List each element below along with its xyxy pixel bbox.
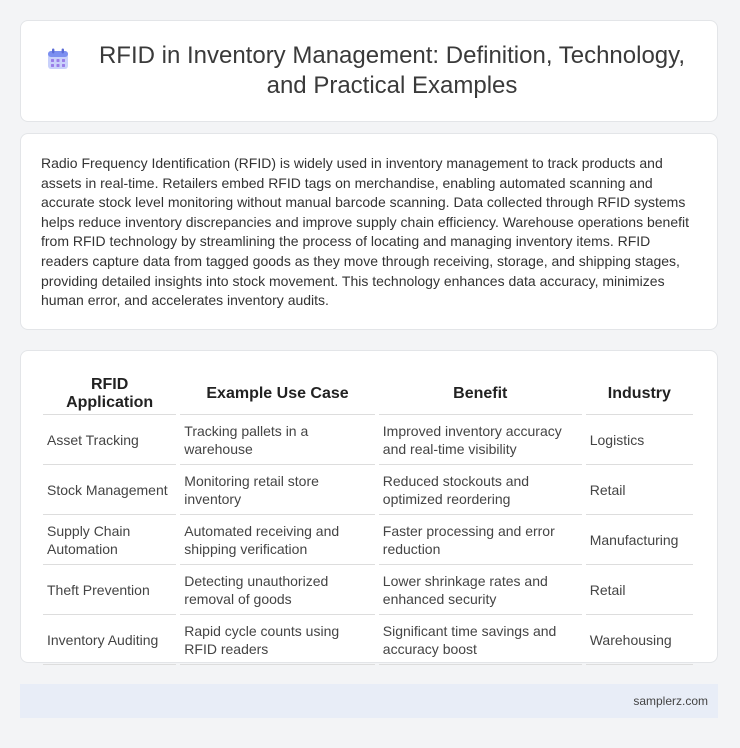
- use-case-cell: Rapid cycle counts using RFID readers: [180, 616, 375, 665]
- benefit-cell: Lower shrinkage rates and enhanced secur…: [378, 566, 582, 615]
- use-case-cell: Monitoring retail store inventory: [180, 466, 375, 515]
- benefit-cell: Faster processing and error reduction: [378, 516, 582, 565]
- table-row: Asset Tracking Tracking pallets in a war…: [43, 416, 693, 465]
- footer-bar: samplerz.com: [20, 684, 718, 718]
- column-header: Example Use Case: [180, 372, 375, 415]
- industry-cell: Warehousing: [585, 616, 693, 665]
- application-cell: Theft Prevention: [43, 566, 177, 615]
- use-case-cell: Detecting unauthorized removal of goods: [180, 566, 375, 615]
- table-card: RFID Application Example Use Case Benefi…: [20, 350, 718, 666]
- table-header-row: RFID Application Example Use Case Benefi…: [43, 372, 693, 415]
- intro-card: Radio Frequency Identification (RFID) is…: [20, 133, 718, 330]
- table-row: Inventory Auditing Rapid cycle counts us…: [43, 616, 693, 665]
- intro-paragraph: Radio Frequency Identification (RFID) is…: [41, 155, 689, 309]
- benefit-cell: Improved inventory accuracy and real-tim…: [378, 416, 582, 465]
- table-row: Stock Management Monitoring retail store…: [43, 466, 693, 515]
- use-case-cell: Automated receiving and shipping verific…: [180, 516, 375, 565]
- header-card: RFID in Inventory Management: Definition…: [20, 20, 718, 122]
- benefit-cell: Reduced stockouts and optimized reorderi…: [378, 466, 582, 515]
- column-header: Industry: [585, 372, 693, 415]
- application-cell: Asset Tracking: [43, 416, 177, 465]
- page-title: RFID in Inventory Management: Definition…: [98, 42, 686, 99]
- industry-cell: Manufacturing: [585, 516, 693, 565]
- rfid-applications-table: RFID Application Example Use Case Benefi…: [39, 371, 697, 666]
- table-row: Theft Prevention Detecting unauthorized …: [43, 566, 693, 615]
- calendar-icon: [48, 48, 68, 69]
- application-cell: Stock Management: [43, 466, 177, 515]
- column-header: RFID Application: [43, 372, 177, 415]
- application-cell: Supply Chain Automation: [43, 516, 177, 565]
- table-row: Supply Chain Automation Automated receiv…: [43, 516, 693, 565]
- application-cell: Inventory Auditing: [43, 616, 177, 665]
- column-header: Benefit: [378, 372, 582, 415]
- benefit-cell: Significant time savings and accuracy bo…: [378, 616, 582, 665]
- industry-cell: Retail: [585, 566, 693, 615]
- industry-cell: Logistics: [585, 416, 693, 465]
- use-case-cell: Tracking pallets in a warehouse: [180, 416, 375, 465]
- industry-cell: Retail: [585, 466, 693, 515]
- footer-site-link[interactable]: samplerz.com: [633, 694, 708, 708]
